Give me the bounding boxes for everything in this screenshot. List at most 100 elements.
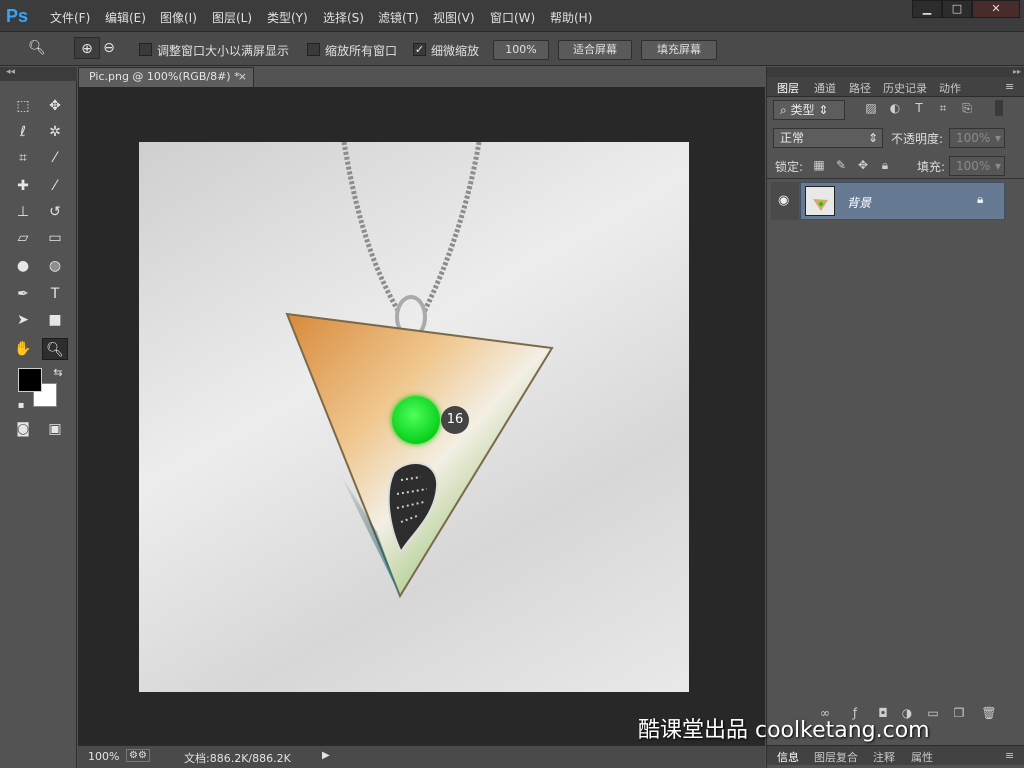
dodge-icon[interactable]: ◍: [42, 255, 68, 277]
gradient-icon[interactable]: ▭: [42, 227, 68, 249]
filter-pixel-icon[interactable]: ▨: [863, 100, 879, 116]
eye-icon: ◉: [778, 193, 790, 208]
fill-field[interactable]: 100% ▾: [949, 156, 1005, 176]
pen-icon[interactable]: ✒: [10, 283, 36, 305]
menu-file[interactable]: 文件(F): [50, 9, 90, 26]
lock-transparent-icon[interactable]: ▦: [811, 157, 827, 173]
hand-icon[interactable]: ✋: [10, 338, 36, 360]
foreground-color-swatch[interactable]: [18, 368, 42, 392]
filter-kind-value: 类型: [790, 103, 815, 117]
magic-wand-icon[interactable]: ✲: [42, 121, 68, 143]
tab-paths[interactable]: 路径: [849, 80, 871, 96]
menu-filter[interactable]: 滤镜(T): [378, 9, 419, 26]
blur-icon[interactable]: ●: [10, 255, 36, 277]
bottom-panel-menu-icon[interactable]: ≡: [1005, 749, 1014, 762]
eyedropper-icon[interactable]: ⁄: [42, 147, 68, 169]
visibility-toggle[interactable]: ◉: [771, 182, 799, 220]
fill-label: 填充:: [917, 160, 946, 174]
scrubby-zoom-checkbox[interactable]: ✓: [413, 43, 426, 56]
path-selection-icon[interactable]: ➤: [10, 309, 36, 331]
minimize-button[interactable]: ▁: [912, 0, 942, 18]
resize-windows-checkbox[interactable]: [139, 43, 152, 56]
filter-adjustment-icon[interactable]: ◐: [887, 100, 903, 116]
layer-lock-icon: 🔒︎: [977, 192, 984, 206]
healing-brush-icon[interactable]: ✚: [10, 175, 36, 197]
lock-image-icon[interactable]: ✎: [833, 157, 849, 173]
opacity-label: 不透明度:: [891, 132, 944, 146]
move-icon[interactable]: ✥: [42, 95, 68, 117]
menu-select[interactable]: 选择(S): [323, 9, 364, 26]
opacity-value: 100%: [956, 131, 991, 145]
fit-screen-button[interactable]: 适合屏幕: [558, 40, 632, 60]
screen-mode-icon[interactable]: ▣: [42, 418, 68, 440]
tab-info[interactable]: 信息: [777, 749, 799, 765]
filter-toggle-icon[interactable]: [995, 100, 1003, 116]
filter-shape-icon[interactable]: ⌗: [935, 100, 951, 116]
tools-panel-collapse[interactable]: ◂◂: [0, 67, 77, 81]
zoom-icon[interactable]: 🔍︎: [42, 338, 68, 360]
eraser-icon[interactable]: ▱: [10, 227, 36, 249]
marquee-icon[interactable]: ⬚: [10, 95, 36, 117]
tab-layer-comps[interactable]: 图层复合: [814, 749, 858, 765]
lock-position-icon[interactable]: ✥: [855, 157, 871, 173]
close-button[interactable]: ✕: [972, 0, 1020, 18]
tab-history[interactable]: 历史记录: [883, 80, 927, 96]
zoom-all-label: 缩放所有窗口: [325, 44, 398, 58]
share-icon[interactable]: ⚙⚙: [126, 749, 150, 762]
watermark: 酷课堂出品 coolketang.com: [638, 718, 930, 743]
clone-stamp-icon[interactable]: ⊥: [10, 201, 36, 223]
menu-layer[interactable]: 图层(L): [212, 9, 252, 26]
history-brush-icon[interactable]: ↺: [42, 201, 68, 223]
opacity-field[interactable]: 100% ▾: [949, 128, 1005, 148]
tab-actions[interactable]: 动作: [939, 80, 961, 96]
zoom-tool-preset-icon[interactable]: 🔍︎: [24, 37, 50, 59]
cursor-highlight-dot: [392, 396, 440, 444]
filter-smart-object-icon[interactable]: ⎘: [959, 100, 975, 116]
rectangle-icon[interactable]: ■: [42, 309, 68, 331]
step-badge: 16: [441, 406, 469, 434]
lasso-icon[interactable]: ℓ: [10, 121, 36, 143]
menu-window[interactable]: 窗口(W): [490, 9, 535, 26]
zoom-all-checkbox[interactable]: [307, 43, 320, 56]
layer-row-background[interactable]: 背景 🔒︎: [800, 182, 1005, 220]
lock-all-icon[interactable]: 🔒︎: [877, 157, 893, 173]
lock-label: 锁定:: [775, 160, 804, 174]
fill-value: 100%: [956, 159, 991, 173]
zoom-level[interactable]: 100%: [88, 750, 119, 763]
zoom-out-icon[interactable]: ⊖: [96, 37, 122, 59]
new-layer-icon[interactable]: ❐: [951, 705, 967, 721]
menu-type[interactable]: 类型(Y): [267, 9, 308, 26]
swap-colors-icon[interactable]: ⇆: [45, 362, 71, 384]
brush-icon[interactable]: ⁄: [42, 175, 68, 197]
layers-panel-tabs: 图层 通道 路径 历史记录 动作 ≡: [767, 77, 1024, 97]
status-bar: 100% ⚙⚙ 文档:886.2K/886.2K ▶: [78, 745, 765, 768]
layer-filter-select[interactable]: ⌕ 类型 ⇕: [773, 100, 845, 120]
status-menu-arrow-icon[interactable]: ▶: [322, 750, 330, 761]
delete-layer-icon[interactable]: 🗑︎: [981, 705, 997, 721]
tab-notes[interactable]: 注释: [873, 749, 895, 765]
maximize-button[interactable]: □: [942, 0, 972, 18]
menu-edit[interactable]: 编辑(E): [105, 9, 146, 26]
panel-menu-icon[interactable]: ≡: [1005, 80, 1014, 93]
quick-mask-icon[interactable]: ◙: [10, 418, 36, 440]
panel-collapse-icon[interactable]: ▸▸: [767, 67, 1024, 77]
document-size: 文档:886.2K/886.2K: [184, 752, 291, 765]
type-icon[interactable]: T: [42, 283, 68, 305]
filter-type-icon[interactable]: T: [911, 100, 927, 116]
layer-name[interactable]: 背景: [847, 194, 871, 211]
actual-pixels-button[interactable]: 100%: [493, 40, 549, 60]
default-colors-icon[interactable]: ▪: [8, 395, 34, 417]
tab-channels[interactable]: 通道: [814, 80, 836, 96]
tab-close-icon[interactable]: ×: [238, 68, 247, 86]
document-tab[interactable]: Pic.png @ 100%(RGB/8#) * ×: [78, 67, 254, 87]
fill-screen-button[interactable]: 填充屏幕: [641, 40, 717, 60]
tab-layers[interactable]: 图层: [777, 80, 799, 96]
layers-panel: ▸▸ 图层 通道 路径 历史记录 动作 ≡ ⌕ 类型 ⇕ ▨ ◐ T ⌗ ⎘ 正…: [766, 67, 1024, 768]
menu-help[interactable]: 帮助(H): [550, 9, 592, 26]
menu-view[interactable]: 视图(V): [433, 9, 475, 26]
menu-image[interactable]: 图像(I): [160, 9, 197, 26]
menu-bar: Ps 文件(F) 编辑(E) 图像(I) 图层(L) 类型(Y) 选择(S) 滤…: [0, 0, 1024, 32]
tab-properties[interactable]: 属性: [911, 749, 933, 765]
crop-icon[interactable]: ⌗: [10, 147, 36, 169]
blend-mode-select[interactable]: 正常 ⇕: [773, 128, 883, 148]
